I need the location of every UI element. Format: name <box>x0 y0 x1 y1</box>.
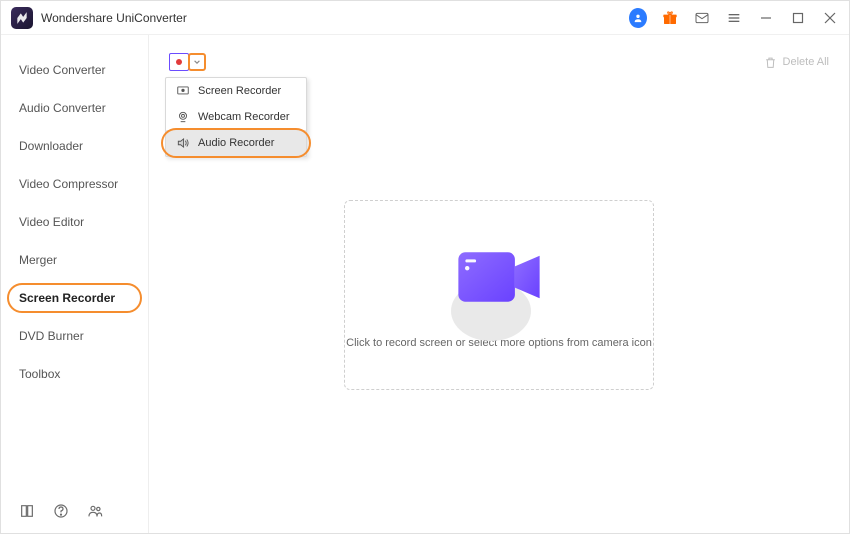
sidebar-item-label: Downloader <box>19 139 83 153</box>
delete-all-button[interactable]: Delete All <box>764 56 829 69</box>
people-icon[interactable] <box>87 503 103 519</box>
close-icon[interactable] <box>821 9 839 27</box>
chevron-down-icon <box>193 58 201 66</box>
sidebar-item-merger[interactable]: Merger <box>1 241 148 279</box>
dropdown-item-audio-recorder[interactable]: Audio Recorder <box>166 130 306 156</box>
dropdown-item-label: Screen Recorder <box>198 85 281 97</box>
maximize-icon[interactable] <box>789 9 807 27</box>
camera-icon <box>446 241 552 313</box>
sidebar-item-screen-recorder[interactable]: Screen Recorder <box>1 279 148 317</box>
toolbar: Screen Recorder Webcam Recorder Audio Re… <box>169 49 829 75</box>
sidebar-item-label: Screen Recorder <box>19 291 115 305</box>
screen-icon <box>176 84 190 98</box>
record-options-dropdown: Screen Recorder Webcam Recorder Audio Re… <box>165 77 307 157</box>
dropdown-item-webcam-recorder[interactable]: Webcam Recorder <box>166 104 306 130</box>
trash-icon <box>764 56 777 69</box>
sidebar: Video Converter Audio Converter Download… <box>1 35 149 533</box>
sidebar-item-audio-converter[interactable]: Audio Converter <box>1 89 148 127</box>
sidebar-item-label: Audio Converter <box>19 101 106 115</box>
sidebar-item-label: Video Editor <box>19 215 84 229</box>
user-icon[interactable] <box>629 9 647 27</box>
minimize-icon[interactable] <box>757 9 775 27</box>
mail-icon[interactable] <box>693 9 711 27</box>
sidebar-item-label: Video Converter <box>19 63 106 77</box>
delete-all-label: Delete All <box>783 56 829 68</box>
sidebar-item-label: DVD Burner <box>19 329 84 343</box>
dropdown-item-label: Webcam Recorder <box>198 111 290 123</box>
app-logo <box>11 7 33 29</box>
record-button[interactable] <box>169 53 189 71</box>
book-icon[interactable] <box>19 503 35 519</box>
webcam-icon <box>176 110 190 124</box>
help-icon[interactable] <box>53 503 69 519</box>
titlebar-controls <box>629 9 839 27</box>
record-options-dropdown-button[interactable] <box>188 53 206 71</box>
sidebar-footer <box>1 489 148 533</box>
dropdown-item-label: Audio Recorder <box>198 137 274 149</box>
main-content: Screen Recorder Webcam Recorder Audio Re… <box>149 35 849 533</box>
sidebar-item-dvd-burner[interactable]: DVD Burner <box>1 317 148 355</box>
menu-icon[interactable] <box>725 9 743 27</box>
sidebar-items: Video Converter Audio Converter Download… <box>1 51 148 489</box>
sidebar-item-label: Toolbox <box>19 367 60 381</box>
sidebar-item-toolbox[interactable]: Toolbox <box>1 355 148 393</box>
sidebar-item-downloader[interactable]: Downloader <box>1 127 148 165</box>
toolbar-left: Screen Recorder Webcam Recorder Audio Re… <box>169 53 206 71</box>
dropdown-item-screen-recorder[interactable]: Screen Recorder <box>166 78 306 104</box>
audio-icon <box>176 136 190 150</box>
sidebar-item-label: Merger <box>19 253 57 267</box>
app-title: Wondershare UniConverter <box>41 11 629 25</box>
app-window: Wondershare UniConverter <box>0 0 850 534</box>
sidebar-item-video-compressor[interactable]: Video Compressor <box>1 165 148 203</box>
record-dropzone[interactable]: Click to record screen or select more op… <box>344 200 654 390</box>
sidebar-item-video-converter[interactable]: Video Converter <box>1 51 148 89</box>
sidebar-item-video-editor[interactable]: Video Editor <box>1 203 148 241</box>
sidebar-item-label: Video Compressor <box>19 177 118 191</box>
gift-icon[interactable] <box>661 9 679 27</box>
titlebar: Wondershare UniConverter <box>1 1 849 35</box>
body: Video Converter Audio Converter Download… <box>1 35 849 533</box>
